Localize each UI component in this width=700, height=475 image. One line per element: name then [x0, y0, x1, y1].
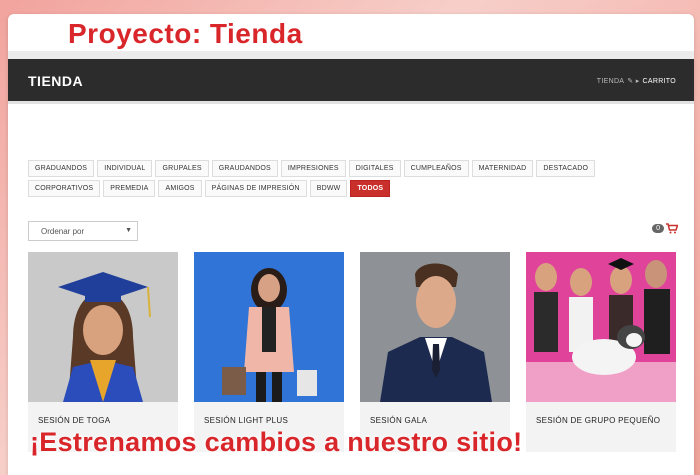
announcement-banner: ¡Estrenamos cambios a nuestro sitio! — [30, 427, 523, 457]
filter-chip-graduandos[interactable]: GRADUANDOS — [28, 160, 95, 177]
group-with-dog-photo — [526, 252, 676, 402]
filter-chip-grupales[interactable]: GRUPALES — [155, 160, 209, 177]
filter-chip-maternidad[interactable]: MATERNIDAD — [471, 160, 534, 177]
cart-count-badge: 0 — [652, 224, 664, 233]
header-spacer — [8, 51, 694, 59]
man-suit-photo — [360, 252, 510, 402]
woman-shopping-photo — [194, 252, 344, 402]
category-filters: GRADUANDOS INDIVIDUAL GRUPALES GRAUDANDOS IM… — [28, 160, 668, 197]
product-card[interactable]: SESIÓN DE GRUPO PEQUEÑO — [526, 252, 676, 452]
filter-chip-amigos[interactable]: AMIGOS — [158, 180, 202, 197]
product-card[interactable]: SESIÓN GALA — [360, 252, 510, 452]
product-name[interactable]: SESIÓN DE GRUPO PEQUEÑO — [536, 416, 660, 425]
breadcrumb-home[interactable]: TIENDA — [597, 78, 624, 85]
breadcrumb-current: CARRITO — [642, 78, 676, 85]
filter-chip-digitales[interactable]: DIGITALES — [348, 160, 401, 177]
product-grid: SESIÓN DE TOGA SESIÓN LIGHT PLUS SESIÓN … — [28, 252, 678, 452]
cart-icon — [666, 223, 678, 234]
chevron-down-icon: ▼ — [125, 227, 132, 234]
graduate-photo — [28, 252, 178, 402]
sort-select[interactable]: Ordenar por ▼ — [28, 221, 138, 241]
filter-chip-páginas-de-impresión[interactable]: PÁGINAS DE IMPRESIÓN — [204, 180, 307, 197]
sort-select-value: Ordenar por — [41, 227, 85, 236]
project-title: Proyecto: Tienda — [68, 18, 303, 49]
filter-chip-premedia[interactable]: PREMEDIA — [103, 180, 156, 197]
filter-chip-corporativos[interactable]: CORPORATIVOS — [28, 180, 101, 197]
product-name[interactable]: SESIÓN DE TOGA — [38, 416, 110, 425]
product-card[interactable]: SESIÓN LIGHT PLUS — [194, 252, 344, 452]
site-header: TIENDA TIENDA ✎ ▸ CARRITO — [8, 59, 694, 104]
cart-button[interactable]: 0 — [652, 223, 678, 234]
filter-chip-individual[interactable]: INDIVIDUAL — [97, 160, 153, 177]
filter-chip-bdww[interactable]: BDWW — [309, 180, 348, 197]
filter-chip-destacado[interactable]: DESTACADO — [536, 160, 596, 177]
filter-chip-cumpleaños[interactable]: CUMPLEAÑOS — [403, 160, 469, 177]
product-card[interactable]: SESIÓN DE TOGA — [28, 252, 178, 452]
filter-chip-todos[interactable]: TODOS — [350, 180, 391, 197]
breadcrumb: TIENDA ✎ ▸ CARRITO — [597, 77, 676, 85]
browser-frame: Proyecto: Tienda TIENDA TIENDA ✎ ▸ CARRITO… — [8, 14, 694, 475]
product-name[interactable]: SESIÓN LIGHT PLUS — [204, 416, 288, 425]
product-name[interactable]: SESIÓN GALA — [370, 416, 427, 425]
page-title: TIENDA — [28, 73, 84, 89]
filter-chip-impresiones[interactable]: IMPRESIONES — [280, 160, 346, 177]
breadcrumb-separator-icon: ✎ ▸ — [627, 78, 640, 85]
filter-chip-graudandos[interactable]: GRAUDANDOS — [211, 160, 278, 177]
